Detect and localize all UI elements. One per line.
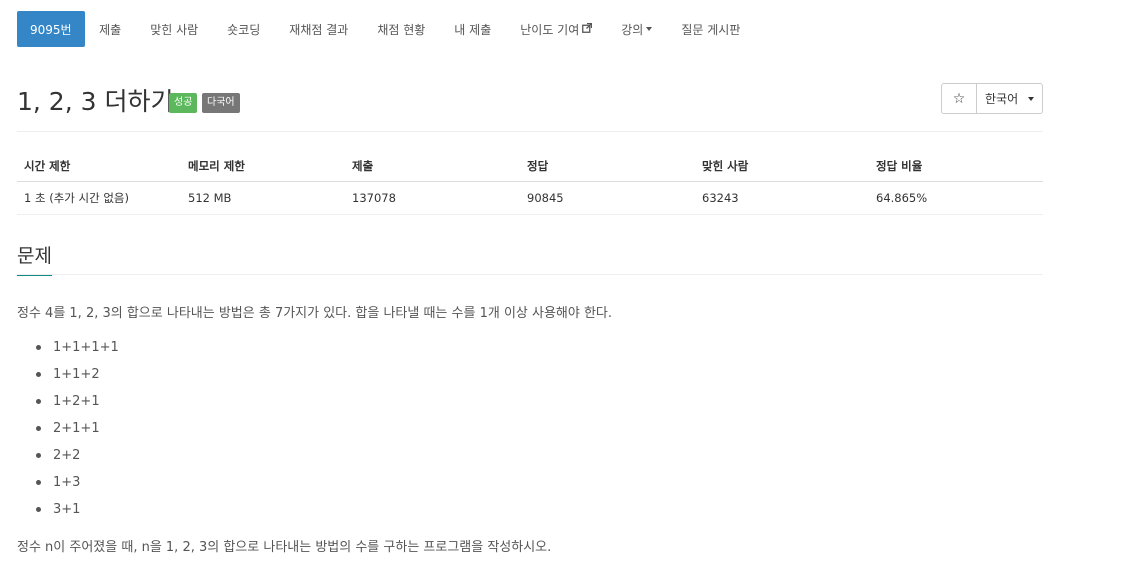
section-divider [17, 274, 1043, 275]
tab-label: 재채점 결과 [289, 22, 349, 37]
memory-limit-value: 512 MB [181, 181, 345, 215]
problem-page: 9095번 제출 맞힌 사람 숏코딩 재채점 결과 채점 현황 내 제출 난이도… [0, 0, 1121, 572]
tab-my-submissions[interactable]: 내 제출 [440, 11, 506, 47]
example-list: 1+1+1+1 1+1+2 1+2+1 2+1+1 2+2 1+3 3+1 [17, 334, 119, 523]
tab-label: 맞힌 사람 [150, 22, 199, 37]
problem-info-table: 시간 제한 메모리 제한 제출 정답 맞힌 사람 정답 비율 1 초 (추가 시… [17, 151, 1043, 215]
list-item: 1+3 [17, 469, 119, 496]
tab-solved-users[interactable]: 맞힌 사람 [136, 11, 213, 47]
language-dropdown[interactable]: 한국어 [976, 83, 1043, 114]
header-accepted: 정답 [520, 151, 695, 182]
problem-nav-tabs: 9095번 제출 맞힌 사람 숏코딩 재채점 결과 채점 현황 내 제출 난이도… [17, 11, 755, 47]
tab-lectures-dropdown[interactable]: 강의 [607, 11, 667, 47]
header-memory-limit: 메모리 제한 [181, 151, 345, 182]
tab-label: 채점 현황 [377, 22, 426, 37]
tab-label: 난이도 기여 [520, 22, 580, 37]
problem-header: 1, 2, 3 더하기 성공 다국어 ☆ 한국어 [17, 80, 1043, 120]
header-accept-ratio: 정답 비율 [869, 151, 1043, 182]
tab-label: 내 제출 [454, 22, 492, 37]
problem-task-text: 정수 n이 주어졌을 때, n을 1, 2, 3의 합으로 나타내는 방법의 수… [17, 540, 552, 555]
language-label: 한국어 [985, 92, 1019, 106]
problem-intro-text: 정수 4를 1, 2, 3의 합으로 나타내는 방법은 총 7가지가 있다. 합… [17, 306, 613, 321]
tab-label: 질문 게시판 [681, 22, 741, 37]
caret-down-icon [1028, 96, 1034, 101]
header-divider [17, 131, 1043, 132]
caret-down-icon [646, 27, 653, 31]
list-item: 1+2+1 [17, 388, 119, 415]
header-time-limit: 시간 제한 [17, 151, 181, 182]
star-icon: ☆ [952, 90, 966, 107]
tab-difficulty-contribution[interactable]: 난이도 기여 [506, 11, 607, 47]
table-row: 1 초 (추가 시간 없음) 512 MB 137078 90845 63243… [17, 181, 1043, 215]
status-badge-success: 성공 [169, 93, 198, 113]
accept-ratio-value: 64.865% [869, 181, 1043, 215]
tab-label: 9095번 [30, 22, 72, 37]
submissions-value: 137078 [345, 181, 520, 215]
tab-label: 제출 [99, 22, 122, 37]
tab-question-board[interactable]: 질문 게시판 [667, 11, 755, 47]
header-submissions: 제출 [345, 151, 520, 182]
header-solved-users: 맞힌 사람 [695, 151, 869, 182]
tab-problem[interactable]: 9095번 [17, 11, 85, 47]
table-header-row: 시간 제한 메모리 제한 제출 정답 맞힌 사람 정답 비율 [17, 151, 1043, 182]
tab-label: 강의 [621, 22, 644, 37]
list-item: 2+1+1 [17, 415, 119, 442]
solved-users-value: 63243 [695, 181, 869, 215]
tab-label: 숏코딩 [227, 22, 261, 37]
list-item: 1+1+1+1 [17, 334, 119, 361]
tab-short-coding[interactable]: 숏코딩 [213, 11, 275, 47]
accepted-value: 90845 [520, 181, 695, 215]
list-item: 3+1 [17, 496, 119, 523]
problem-actions: ☆ 한국어 [941, 83, 1043, 114]
time-limit-value: 1 초 (추가 시간 없음) [17, 181, 181, 215]
section-title-problem: 문제 [17, 241, 52, 276]
list-item: 2+2 [17, 442, 119, 469]
problem-title: 1, 2, 3 더하기 [17, 87, 174, 116]
external-link-icon [582, 22, 593, 36]
tab-rejudge-results[interactable]: 재채점 결과 [275, 11, 363, 47]
list-item: 1+1+2 [17, 361, 119, 388]
status-badge-multilang: 다국어 [202, 93, 240, 113]
tab-submit[interactable]: 제출 [85, 11, 136, 47]
favorite-button[interactable]: ☆ [941, 83, 977, 114]
tab-judge-status[interactable]: 채점 현황 [363, 11, 440, 47]
